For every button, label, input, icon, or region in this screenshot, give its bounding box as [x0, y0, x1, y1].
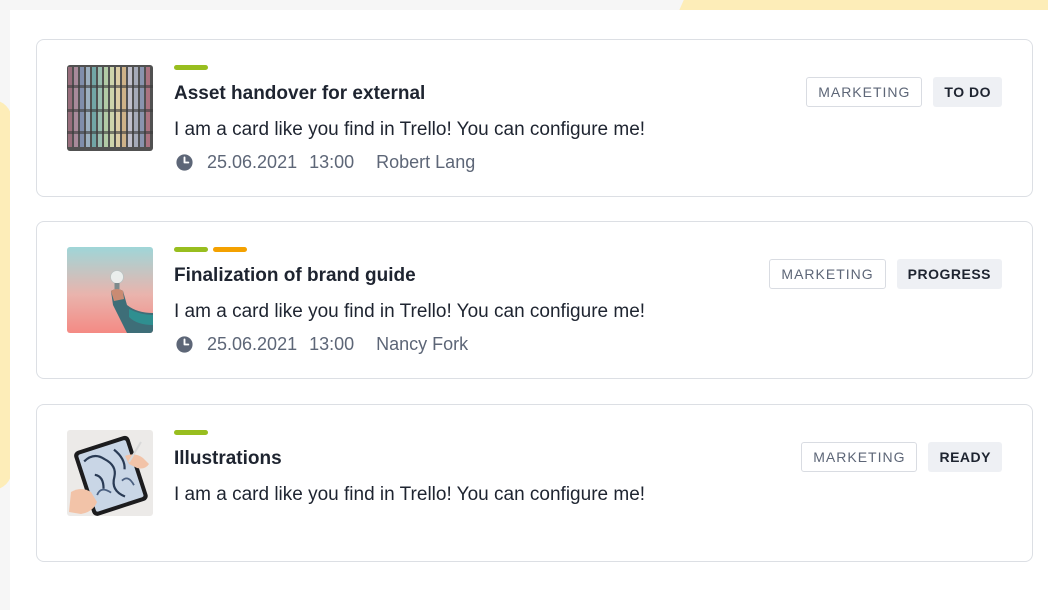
status-badge[interactable]: READY	[928, 442, 1002, 472]
task-card-2[interactable]: Finalization of brand guide I am a card …	[36, 221, 1033, 379]
category-tag[interactable]: MARKETING	[801, 442, 918, 472]
assignee-name: Robert Lang	[376, 152, 476, 172]
label-green	[174, 65, 208, 70]
label-bars	[174, 247, 247, 252]
task-card-3[interactable]: Illustrations I am a card like you find …	[36, 404, 1033, 562]
due-time: 13:00	[309, 334, 355, 354]
due-time: 13:00	[309, 152, 355, 172]
paint-swatches-image	[67, 65, 153, 151]
due-date: 25.06.2021	[207, 152, 298, 172]
card-tags: MARKETING TO DO	[806, 77, 1002, 107]
tablet-drawing-image	[67, 430, 153, 516]
card-description: I am a card like you find in Trello! You…	[174, 119, 646, 140]
category-tag[interactable]: MARKETING	[769, 259, 886, 289]
card-title[interactable]: Asset handover for external	[174, 83, 425, 105]
status-badge[interactable]: PROGRESS	[896, 259, 1002, 289]
label-orange	[213, 247, 247, 252]
clock-icon	[176, 336, 193, 353]
card-meta: 25.06.2021 13:00 Nancy Fork	[176, 334, 468, 355]
label-green	[174, 430, 208, 435]
label-green	[174, 247, 208, 252]
card-tags: MARKETING PROGRESS	[769, 259, 1002, 289]
label-bars	[174, 430, 208, 435]
card-description: I am a card like you find in Trello! You…	[174, 301, 646, 322]
lightbulb-hand-image	[67, 247, 153, 333]
status-badge[interactable]: TO DO	[933, 77, 1002, 107]
assignee-name: Nancy Fork	[376, 334, 469, 354]
due-date: 25.06.2021	[207, 334, 298, 354]
category-tag[interactable]: MARKETING	[806, 77, 923, 107]
label-bars	[174, 65, 208, 70]
card-tags: MARKETING READY	[801, 442, 1002, 472]
card-description: I am a card like you find in Trello! You…	[174, 484, 646, 505]
clock-icon	[176, 154, 193, 171]
card-meta: 25.06.2021 13:00 Robert Lang	[176, 152, 475, 173]
card-title[interactable]: Illustrations	[174, 448, 282, 470]
task-card-1[interactable]: Asset handover for external I am a card …	[36, 39, 1033, 197]
card-title[interactable]: Finalization of brand guide	[174, 265, 416, 287]
